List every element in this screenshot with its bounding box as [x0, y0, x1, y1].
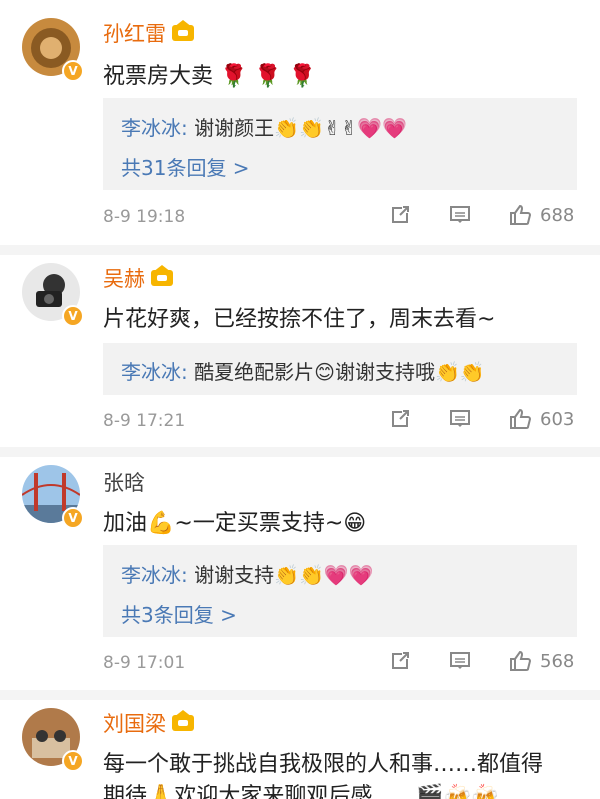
user-name[interactable]: 刘国梁 [103, 708, 194, 738]
comment-meta: 8-9 17:01 568 [103, 649, 577, 679]
user-name-label: 孙红雷 [103, 22, 166, 46]
verified-badge-icon: V [62, 507, 84, 529]
comment-icon [450, 652, 470, 669]
like-count: 688 [540, 204, 575, 226]
comment-item: V 刘国梁 每一个敢于挑战自我极限的人和事……都值得 期待🙏欢迎大家来聊观后感…… [0, 700, 600, 799]
reply-user[interactable]: 李冰冰: [121, 360, 188, 384]
more-replies-link[interactable]: 共3条回复 > [121, 599, 237, 628]
reply-text: 谢谢颜王👏👏✌✌💗💗 [187, 116, 408, 140]
comment-text: 祝票房大卖 🌹 🌹 🌹 [103, 64, 317, 89]
like-button[interactable]: 568 [508, 649, 574, 673]
like-icon [510, 204, 532, 225]
user-name-label: 张晗 [103, 471, 145, 495]
like-count: 568 [540, 650, 575, 672]
divider [0, 690, 600, 700]
comment-text: 片花好爽，已经按捺不住了，周末去看~ [103, 307, 496, 332]
comment-text: 每一个敢于挑战自我极限的人和事……都值得 [103, 752, 544, 777]
crown-icon [172, 710, 194, 731]
timestamp: 8-9 17:21 [103, 411, 186, 431]
reply-text: 酷夏绝配影片😊谢谢支持哦👏👏 [187, 360, 485, 384]
timestamp: 8-9 19:18 [103, 207, 186, 227]
comment-button[interactable] [448, 203, 472, 227]
comment-meta: 8-9 19:18 688 [103, 203, 577, 233]
crown-icon [172, 20, 194, 41]
like-button[interactable]: 603 [508, 407, 574, 431]
divider [0, 245, 600, 255]
reply-box[interactable]: 李冰冰: 谢谢颜王👏👏✌✌💗💗 共31条回复 > [103, 98, 577, 190]
reply-text: 谢谢支持👏👏💗💗 [187, 563, 374, 587]
reply-line: 李冰冰: 谢谢支持👏👏💗💗 [121, 559, 374, 588]
share-icon [392, 652, 409, 669]
more-replies-link[interactable]: 共31条回复 > [121, 152, 250, 181]
user-name-label: 吴赫 [103, 267, 145, 291]
reply-user[interactable]: 李冰冰: [121, 116, 188, 140]
like-button[interactable]: 688 [508, 203, 574, 227]
reply-line: 李冰冰: 谢谢颜王👏👏✌✌💗💗 [121, 112, 407, 141]
share-button[interactable] [388, 407, 412, 431]
divider [0, 447, 600, 457]
like-icon [510, 650, 532, 671]
user-name[interactable]: 吴赫 [103, 263, 173, 293]
share-icon [392, 410, 409, 427]
reply-user[interactable]: 李冰冰: [121, 563, 188, 587]
comment-item: V 张晗 加油💪~一定买票支持~😁 李冰冰: 谢谢支持👏👏💗💗 共3条回复 > … [0, 457, 600, 692]
verified-badge-icon: V [62, 305, 84, 327]
comment-item: V 孙红雷 祝票房大卖 🌹 🌹 🌹 李冰冰: 谢谢颜王👏👏✌✌💗💗 共31条回复… [0, 0, 600, 245]
comment-button[interactable] [448, 649, 472, 673]
comment-text-line2: 期待🙏欢迎大家来聊观后感……🎬🍻🍻 [103, 784, 499, 799]
comment-meta: 8-9 17:21 603 [103, 407, 577, 437]
share-button[interactable] [388, 649, 412, 673]
like-count: 603 [540, 408, 575, 430]
crown-icon [151, 265, 173, 286]
share-icon [392, 206, 409, 223]
comment-icon [450, 410, 470, 427]
user-name-label: 刘国梁 [103, 712, 166, 736]
user-name[interactable]: 孙红雷 [103, 18, 194, 48]
reply-box[interactable]: 李冰冰: 酷夏绝配影片😊谢谢支持哦👏👏 [103, 343, 577, 395]
comment-button[interactable] [448, 407, 472, 431]
comment-item: V 吴赫 片花好爽，已经按捺不住了，周末去看~ 李冰冰: 酷夏绝配影片😊谢谢支持… [0, 255, 600, 450]
comment-icon [450, 206, 470, 223]
reply-line: 李冰冰: 酷夏绝配影片😊谢谢支持哦👏👏 [121, 356, 485, 385]
reply-box[interactable]: 李冰冰: 谢谢支持👏👏💗💗 共3条回复 > [103, 545, 577, 637]
verified-badge-icon: V [62, 60, 84, 82]
share-button[interactable] [388, 203, 412, 227]
verified-badge-icon: V [62, 750, 84, 772]
comment-text: 加油💪~一定买票支持~😁 [103, 511, 367, 536]
timestamp: 8-9 17:01 [103, 653, 186, 673]
like-icon [510, 408, 532, 429]
user-name[interactable]: 张晗 [103, 467, 145, 497]
